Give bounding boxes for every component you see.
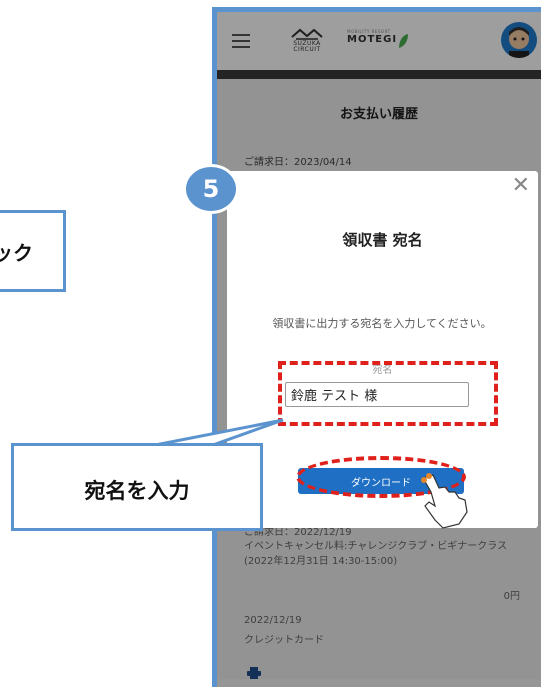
click-callout-text: ック xyxy=(0,241,33,265)
cursor-hand-icon xyxy=(421,473,468,529)
modal-instruction: 領収書に出力する宛名を入力してください。 xyxy=(272,317,492,330)
input-callout-text: 宛名を入力 xyxy=(84,479,190,503)
step-number-badge: 5 xyxy=(186,167,236,211)
close-icon[interactable]: ✕ xyxy=(512,175,530,197)
input-instruction-callout: 宛名を入力 xyxy=(11,443,263,531)
modal-title: 領収書 宛名 xyxy=(342,231,423,249)
input-highlight-box xyxy=(278,361,498,426)
click-instruction-callout: ック xyxy=(0,210,66,292)
